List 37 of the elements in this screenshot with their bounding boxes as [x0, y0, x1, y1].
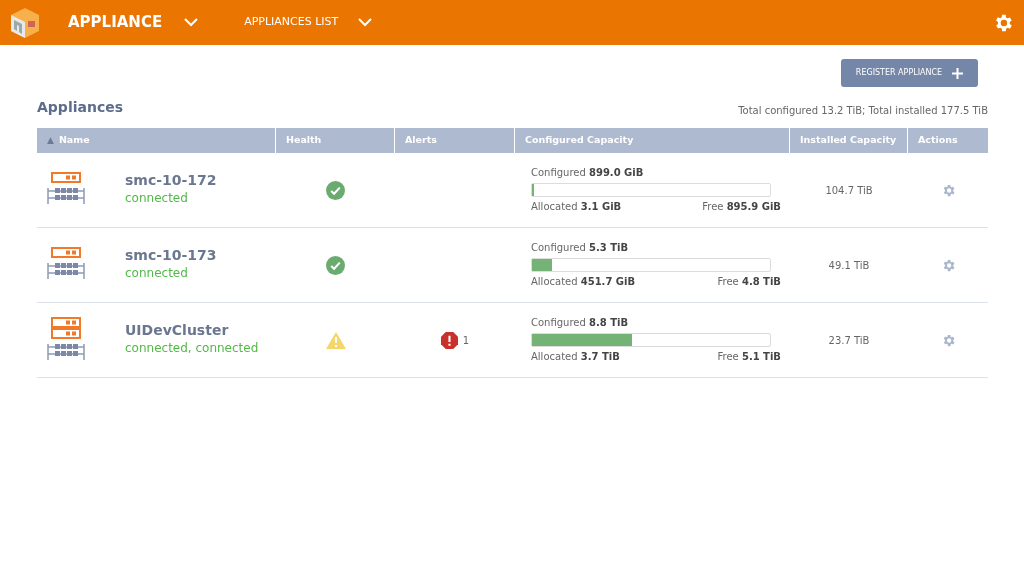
view-menu[interactable]: APPLIANCES LIST — [244, 14, 373, 31]
register-appliance-button[interactable]: REGISTER APPLIANCE — [841, 59, 978, 87]
connection-status: connected, connected — [125, 340, 259, 356]
free-capacity: Free 895.9 GiB — [702, 200, 781, 214]
page-title: Appliances — [37, 98, 124, 117]
chevron-icon — [184, 18, 199, 27]
sort-arrow[interactable]: ▲ — [47, 133, 54, 148]
configured-capacity: Configured 899.0 GiB — [531, 166, 645, 180]
alert-count: 1 — [462, 333, 470, 348]
column-header[interactable]: Alerts — [405, 133, 437, 148]
alert-icon — [440, 331, 458, 349]
appliance-name[interactable]: smc-10-173 — [125, 245, 217, 265]
connection-status: connected — [125, 190, 189, 206]
logo-icon — [8, 5, 42, 40]
connection-status: connected — [125, 265, 189, 281]
column-header[interactable]: Installed Capacity — [800, 133, 897, 148]
installed-capacity: 49.1 TiB — [828, 258, 870, 273]
column-header[interactable]: Actions — [918, 133, 958, 148]
allocated-capacity: Allocated 451.7 GiB — [531, 275, 636, 289]
appliance-name[interactable]: UIDevCluster — [125, 320, 259, 340]
installed-capacity: 23.7 TiB — [828, 333, 870, 348]
free-capacity: Free 4.8 TiB — [717, 275, 781, 289]
server-icon — [46, 317, 86, 363]
column-header[interactable]: Health — [286, 133, 322, 148]
chevron-icon — [358, 18, 373, 27]
app-menu[interactable]: APPLIANCE — [68, 11, 199, 34]
configured-capacity: Configured 5.3 TiB — [531, 241, 630, 255]
configured-capacity: Configured 8.8 TiB — [531, 316, 630, 330]
allocated-capacity: Allocated 3.1 GiB — [531, 200, 622, 214]
column-header[interactable]: Name — [58, 133, 90, 148]
plus-icon — [952, 67, 964, 79]
column-header[interactable]: Configured Capacity — [525, 133, 634, 148]
allocated-capacity: Allocated 3.7 TiB — [531, 350, 620, 364]
totals-text: Total configured 13.2 TiB; Total installed 177.5 TiB — [738, 104, 988, 118]
free-capacity: Free 5.1 TiB — [717, 350, 781, 364]
installed-capacity: 104.7 TiB — [825, 183, 873, 198]
appliance-name[interactable]: smc-10-172 — [125, 170, 217, 190]
